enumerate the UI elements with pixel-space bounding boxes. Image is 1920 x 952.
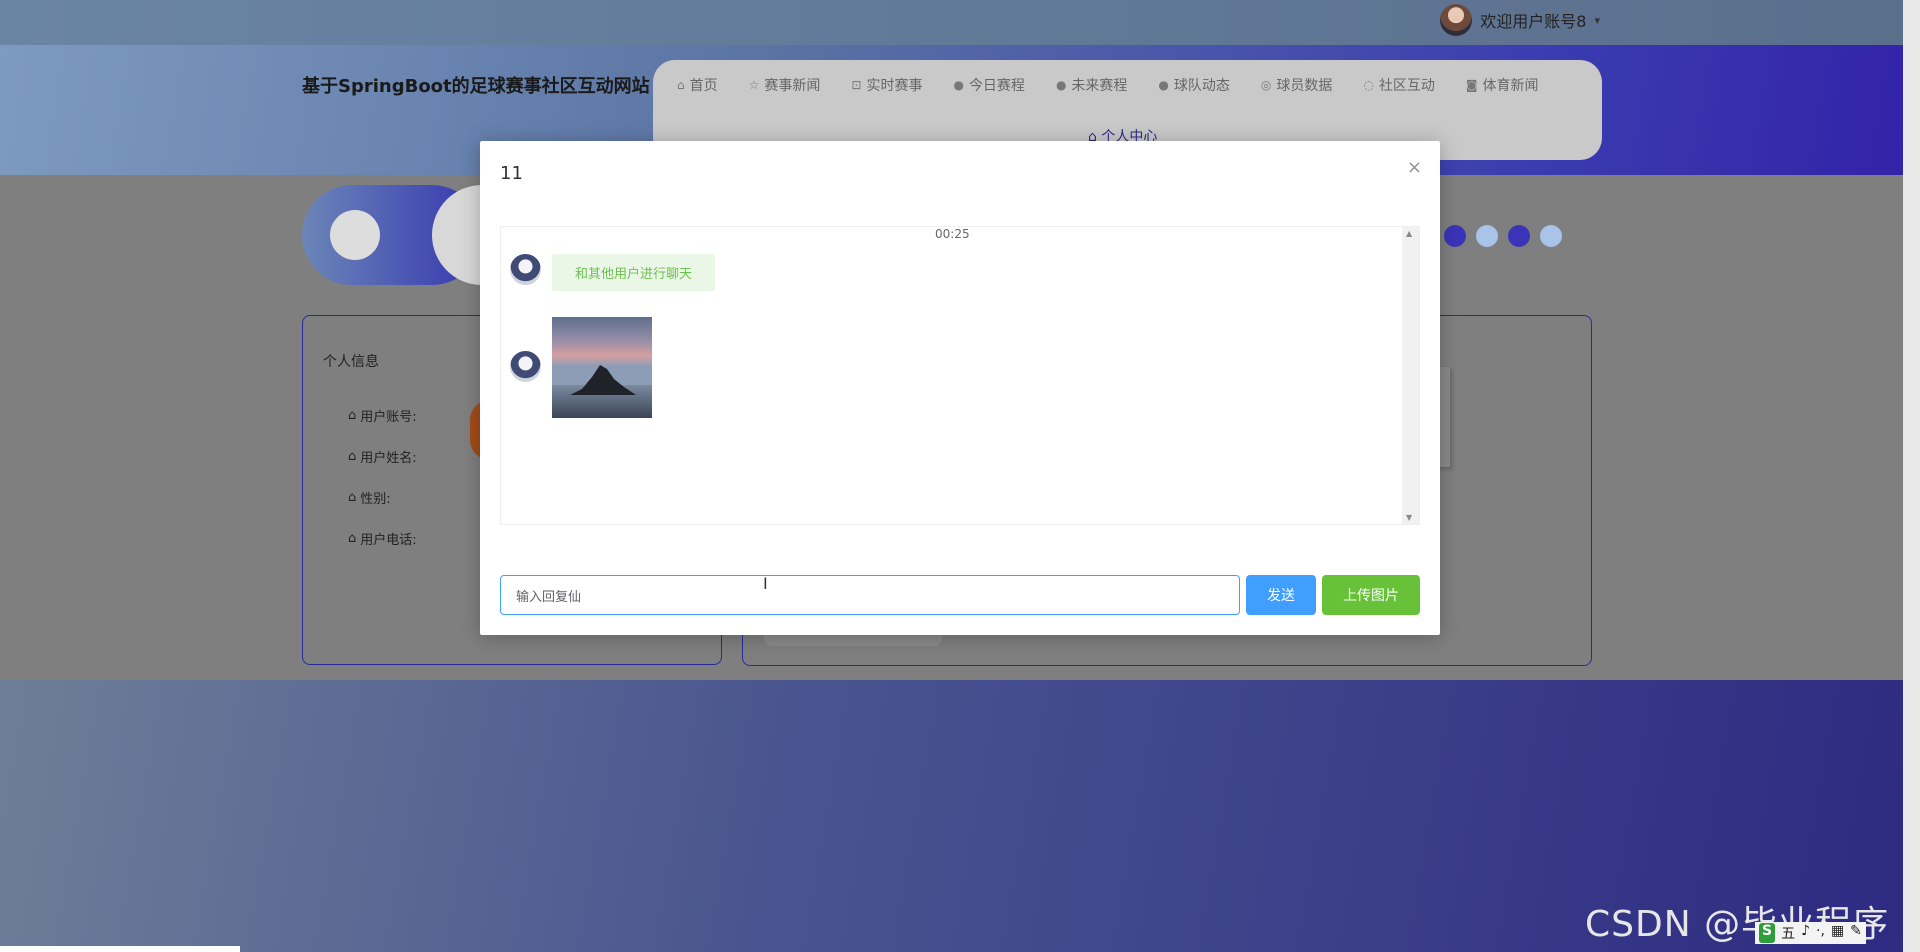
lock-icon: ⊡ [851, 78, 862, 92]
nav-item-label: 未来赛程 [1071, 78, 1128, 94]
info-row-name: ⌂ 用户姓名: [348, 447, 417, 466]
site-title: 基于SpringBoot的足球赛事社区互动网站 [302, 76, 650, 97]
scroll-up-icon[interactable]: ▲ [1406, 229, 1412, 238]
user-menu[interactable]: 欢迎用户账号8 ▾ [1440, 4, 1600, 36]
info-icon: ● [953, 78, 964, 92]
nav-item-1[interactable]: ☆ 赛事新闻 [749, 75, 821, 95]
nav-item-5[interactable]: ● 球队动态 [1158, 75, 1229, 95]
chat-dialog: 11 × 00:25 和其他用户进行聊天 ▲ ▼ 输入回复仙 发送 上传图片 [480, 141, 1440, 635]
ime-punct-icon[interactable]: ·, [1816, 923, 1825, 943]
ime-logo-icon[interactable]: S [1759, 923, 1776, 943]
info-circle-icon: ● [1158, 78, 1169, 92]
settings-icon: ◎ [1260, 78, 1272, 92]
sea-rock-photo [552, 317, 652, 418]
ime-voice-icon[interactable]: ♪ [1801, 923, 1810, 943]
nav-item-7[interactable]: ◌ 社区互动 [1363, 75, 1434, 95]
carousel-dot-3[interactable] [1540, 225, 1562, 247]
send-button[interactable]: 发送 [1246, 575, 1316, 615]
text-cursor-icon: I [763, 574, 768, 593]
chat-timestamp: 00:25 [935, 227, 970, 241]
star-icon: ☆ [748, 78, 760, 92]
home-icon: ⌂ [348, 531, 357, 546]
home-icon: ⌂ [348, 408, 357, 423]
user-avatar[interactable] [1440, 4, 1473, 36]
top-bar: 欢迎用户账号8 ▾ [0, 0, 1920, 45]
user-avatar [510, 351, 541, 382]
info-row-phone: ⌂ 用户电话: [348, 529, 417, 548]
home-icon: ⌂ [348, 490, 357, 505]
nav-item-label: 球员数据 [1276, 78, 1333, 94]
nav-item-label: 实时赛事 [866, 78, 923, 94]
info-label: 用户电话: [360, 533, 417, 548]
nav-item-6[interactable]: ◎ 球员数据 [1261, 75, 1332, 95]
watermark: CSDN @毕业程序员 [1585, 904, 1888, 945]
info-row-account: ⌂ 用户账号: [348, 406, 417, 425]
carousel-dot-1[interactable] [1476, 225, 1498, 247]
close-icon[interactable]: × [1407, 157, 1422, 178]
community-icon: ◌ [1363, 78, 1374, 92]
info-label: 性别: [360, 492, 391, 507]
nav-item-4[interactable]: ● 未来赛程 [1056, 75, 1127, 95]
ime-toolbar[interactable]: S 五 ♪ ·, ▦ ✎ [1755, 922, 1866, 944]
camera-icon: ◙ [1465, 78, 1478, 92]
nav-item-label: 社区互动 [1378, 78, 1435, 94]
profile-card-title: 个人信息 [323, 354, 379, 370]
ime-tools-icon[interactable]: ✎ [1850, 923, 1862, 943]
user-avatar [510, 254, 541, 285]
reply-input[interactable] [500, 575, 1240, 615]
home-icon: ⌂ [677, 78, 685, 92]
nav-item-3[interactable]: ● 今日赛程 [953, 75, 1024, 95]
page-scrollbar[interactable] [1903, 0, 1920, 952]
carousel-dots [1444, 225, 1562, 247]
ime-keyboard-icon[interactable]: ▦ [1831, 923, 1844, 943]
nav-item-0[interactable]: ⌂ 首页 [677, 75, 718, 95]
nav-item-label: 赛事新闻 [764, 78, 821, 94]
info-row-gender: ⌂ 性别: [348, 488, 391, 507]
info-label: 用户账号: [360, 410, 417, 425]
carousel-dot-2[interactable] [1508, 225, 1530, 247]
info-label: 用户姓名: [360, 451, 417, 466]
nav-item-2[interactable]: ⊡ 实时赛事 [851, 75, 922, 95]
question-icon: ● [1055, 78, 1067, 92]
taskbar-edge [0, 946, 240, 952]
carousel-dot-0[interactable] [1444, 225, 1466, 247]
nav-item-8[interactable]: ◙ 体育新闻 [1466, 75, 1539, 95]
caret-down-icon[interactable]: ▾ [1594, 14, 1600, 27]
dialog-title: 11 [500, 163, 523, 184]
chat-message-image[interactable] [552, 317, 652, 418]
home-icon: ⌂ [348, 449, 357, 464]
chat-history[interactable]: 00:25 和其他用户进行聊天 ▲ ▼ [500, 226, 1420, 525]
nav-item-label: 体育新闻 [1482, 78, 1539, 94]
upload-image-button[interactable]: 上传图片 [1322, 575, 1420, 615]
nav-item-label: 球队动态 [1173, 78, 1230, 94]
chat-scrollbar[interactable]: ▲ ▼ [1402, 227, 1419, 524]
nav-item-label: 首页 [689, 78, 718, 94]
welcome-text[interactable]: 欢迎用户账号8 [1480, 8, 1586, 32]
scroll-down-icon[interactable]: ▼ [1406, 513, 1412, 522]
nav-item-label: 今日赛程 [968, 78, 1025, 94]
chat-message-text: 和其他用户进行聊天 [552, 254, 716, 291]
ime-mode-icon[interactable]: 五 [1781, 923, 1795, 943]
